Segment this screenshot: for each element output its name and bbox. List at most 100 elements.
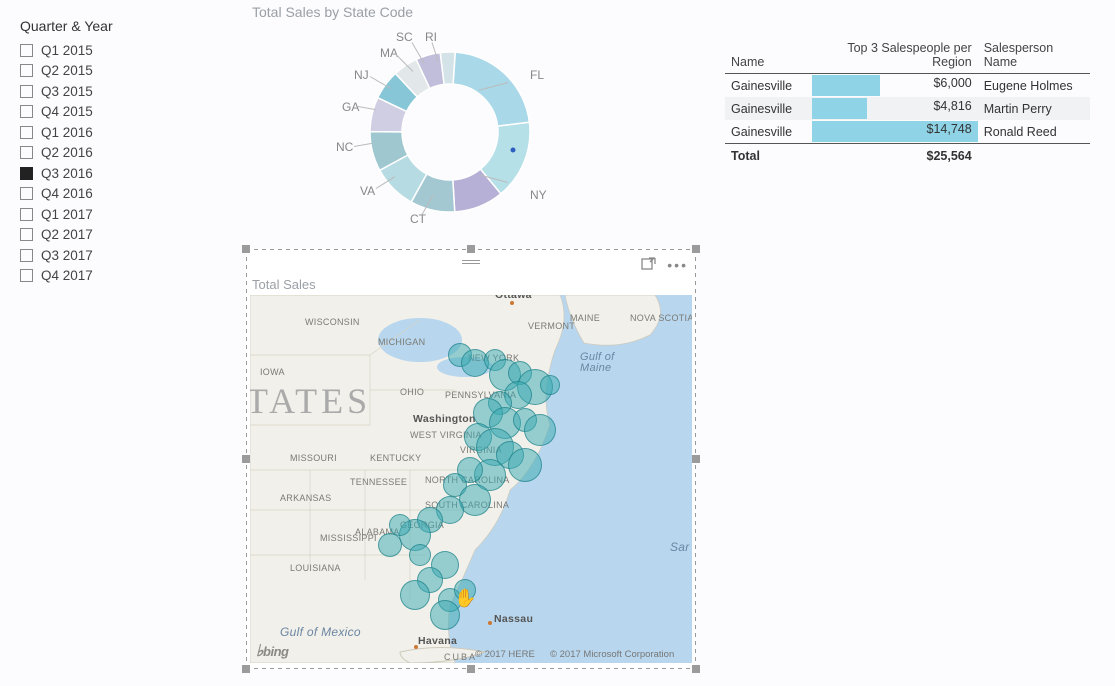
slicer-item-label: Q1 2015 <box>41 43 93 58</box>
map-bubble[interactable] <box>508 448 542 482</box>
cell-bar: $14,748 <box>812 120 977 144</box>
slicer-item-label: Q3 2015 <box>41 84 93 99</box>
map-bubble[interactable] <box>409 544 431 566</box>
map-label-state: MISSISSIPPI <box>320 533 377 543</box>
map-bubble[interactable] <box>524 414 556 446</box>
cell-name: Gainesville <box>725 74 812 98</box>
table-header-name[interactable]: Name <box>725 38 812 74</box>
drag-grip-icon[interactable] <box>462 260 480 264</box>
slicer-item-q1-2017[interactable]: Q1 2017 <box>20 204 200 224</box>
slicer-item-q4-2015[interactable]: Q4 2015 <box>20 102 200 122</box>
slicer-item-label: Q4 2017 <box>41 268 93 283</box>
donut-label-ct: CT <box>410 212 426 226</box>
map-title: Total Sales <box>252 277 316 292</box>
table-header-top3[interactable]: Top 3 Salespeople per Region <box>812 38 977 74</box>
map-bubble[interactable] <box>430 600 460 630</box>
map-label-state: VERMONT <box>528 321 575 331</box>
slicer-item-label: Q4 2015 <box>41 104 93 119</box>
table-row[interactable]: Gainesville$4,816Martin Perry <box>725 97 1090 120</box>
donut-svg <box>350 32 550 232</box>
slicer-item-label: Q4 2016 <box>41 186 93 201</box>
map-label-cuba: CUBA <box>444 652 477 662</box>
map-label-washington: Washington <box>413 413 476 425</box>
map-label-state: ARKANSAS <box>280 493 331 503</box>
cell-bar: $6,000 <box>812 74 977 98</box>
resize-handle-w[interactable] <box>242 455 250 463</box>
map-bubble[interactable] <box>378 533 402 557</box>
map-canvas[interactable]: TATES IOWAWISCONSINMICHIGANNEW YORKVERMO… <box>250 295 692 663</box>
map-label-state: IOWA <box>260 367 285 377</box>
slicer-item-q2-2015[interactable]: Q2 2015 <box>20 61 200 81</box>
map-label-state: KENTUCKY <box>370 453 421 463</box>
slicer-item-q1-2016[interactable]: Q1 2016 <box>20 122 200 142</box>
map-label-state: LOUISIANA <box>290 563 341 573</box>
slicer-item-label: Q1 2017 <box>41 207 93 222</box>
checkbox-icon[interactable] <box>20 64 33 77</box>
map-label-state: MAINE <box>570 313 600 323</box>
donut-label-ga: GA <box>342 100 359 114</box>
map-bubble[interactable] <box>454 579 476 601</box>
cell-salesperson: Eugene Holmes <box>978 74 1090 98</box>
checkbox-icon[interactable] <box>20 249 33 262</box>
donut-label-ma: MA <box>380 46 398 60</box>
table-row[interactable]: Gainesville$14,748Ronald Reed <box>725 120 1090 144</box>
map-label-havana: Havana <box>418 635 457 647</box>
map-bubble[interactable] <box>540 375 560 395</box>
bing-logo: ♭bing <box>256 641 288 661</box>
map-label-sar: Sar <box>670 540 690 554</box>
cell-salesperson: Martin Perry <box>978 97 1090 120</box>
resize-handle-se[interactable] <box>692 665 700 673</box>
map-label-state: MISSOURI <box>290 453 337 463</box>
slicer-item-q3-2017[interactable]: Q3 2017 <box>20 245 200 265</box>
salespeople-table[interactable]: Name Top 3 Salespeople per Region Salesp… <box>725 38 1090 167</box>
cell-salesperson: Ronald Reed <box>978 120 1090 144</box>
checkbox-icon[interactable] <box>20 105 33 118</box>
resize-handle-sw[interactable] <box>242 665 250 673</box>
table-total-row: Total$25,564 <box>725 144 1090 168</box>
slicer-item-label: Q2 2016 <box>41 145 93 160</box>
donut-chart[interactable]: Total Sales by State Code SCRIMANJGANCVA… <box>250 4 690 244</box>
slicer-item-q4-2017[interactable]: Q4 2017 <box>20 266 200 286</box>
map-label-state: MICHIGAN <box>378 337 425 347</box>
map-label-state: OHIO <box>400 387 424 397</box>
map-bubble[interactable] <box>400 580 430 610</box>
slicer-item-label: Q2 2015 <box>41 63 93 78</box>
checkbox-icon[interactable] <box>20 187 33 200</box>
checkbox-icon[interactable] <box>20 146 33 159</box>
slicer-item-q3-2015[interactable]: Q3 2015 <box>20 81 200 101</box>
map-label-state: WISCONSIN <box>305 317 360 327</box>
map-visual[interactable]: ••• Total Sales <box>246 249 696 669</box>
slicer-item-q2-2016[interactable]: Q2 2016 <box>20 143 200 163</box>
slicer-item-q4-2016[interactable]: Q4 2016 <box>20 184 200 204</box>
map-label-gulf-mexico: Gulf of Mexico <box>280 625 361 639</box>
donut-label-nc: NC <box>336 140 353 154</box>
map-label-nova: NOVA SCOTIA <box>630 313 692 323</box>
slicer-item-label: Q3 2016 <box>41 166 93 181</box>
donut-label-va: VA <box>360 184 375 198</box>
slicer-item-label: Q2 2017 <box>41 227 93 242</box>
checkbox-icon[interactable] <box>20 85 33 98</box>
focus-mode-icon[interactable] <box>641 255 657 274</box>
slicer-item-q1-2015[interactable]: Q1 2015 <box>20 40 200 60</box>
slicer-item-q3-2016[interactable]: Q3 2016 <box>20 163 200 183</box>
map-attrib-ms: © 2017 Microsoft Corporation <box>550 649 674 660</box>
table-header-sp[interactable]: Salesperson Name <box>978 38 1090 74</box>
map-label-gulf-maine: Gulf of Maine <box>580 352 615 374</box>
checkbox-icon[interactable] <box>20 269 33 282</box>
checkbox-icon[interactable] <box>20 126 33 139</box>
checkbox-icon[interactable] <box>20 228 33 241</box>
resize-handle-s[interactable] <box>467 665 475 673</box>
map-label-ottawa: Ottawa <box>495 295 532 301</box>
donut-label-sc: SC <box>396 30 413 44</box>
donut-title: Total Sales by State Code <box>252 4 690 20</box>
checkbox-icon[interactable] <box>20 44 33 57</box>
donut-label-nj: NJ <box>354 68 369 82</box>
slicer-item-q2-2017[interactable]: Q2 2017 <box>20 225 200 245</box>
table-row[interactable]: Gainesville$6,000Eugene Holmes <box>725 74 1090 98</box>
resize-handle-e[interactable] <box>692 455 700 463</box>
checkbox-icon[interactable] <box>20 208 33 221</box>
cell-bar: $4,816 <box>812 97 977 120</box>
more-options-icon[interactable]: ••• <box>667 261 688 269</box>
checkbox-icon[interactable] <box>20 167 33 180</box>
slicer-item-label: Q3 2017 <box>41 248 93 263</box>
